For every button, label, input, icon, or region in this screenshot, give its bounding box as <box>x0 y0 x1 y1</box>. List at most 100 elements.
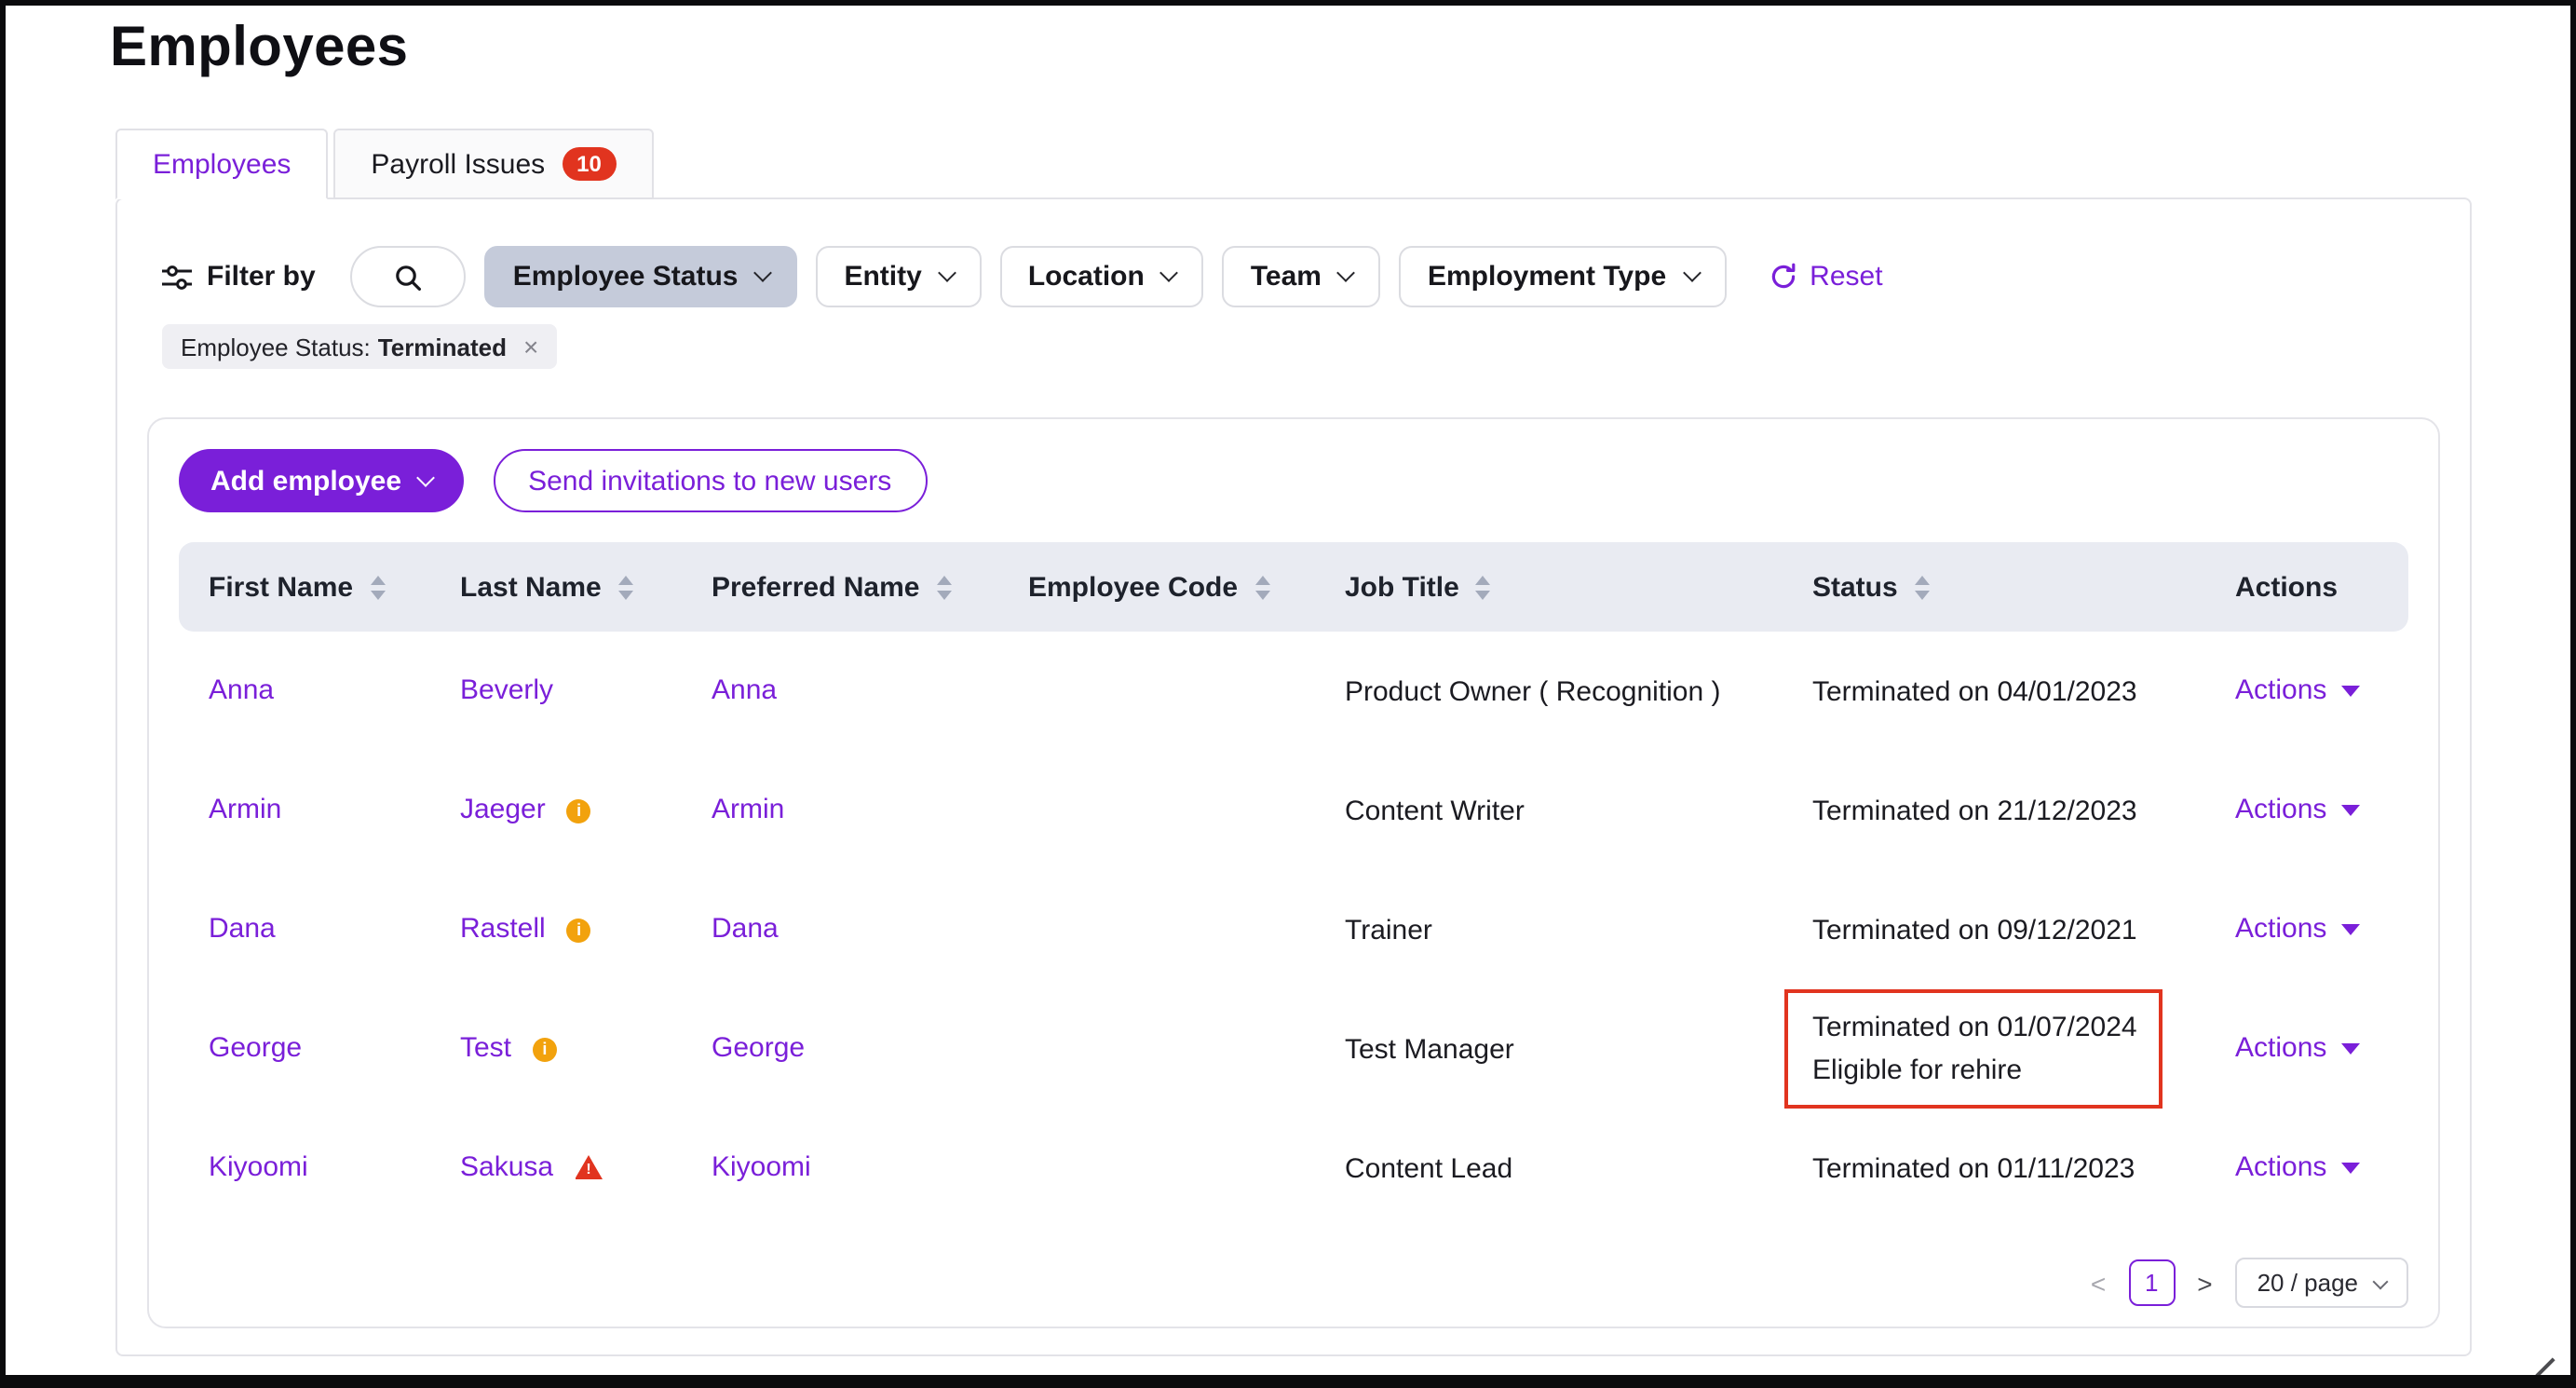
filter-entity-button[interactable]: Entity <box>816 246 981 307</box>
chevron-down-icon <box>1160 264 1179 282</box>
employees-card: Add employee Send invitations to new use… <box>147 417 2440 1328</box>
info-icon[interactable]: i <box>567 798 591 823</box>
last-name-link[interactable]: Rastell <box>460 913 546 945</box>
filter-by-text: Filter by <box>207 261 316 293</box>
app-window: Employees Employees Payroll Issues 10 <box>0 0 2576 1388</box>
status-cell: Terminated on 01/07/2024Eligible for reh… <box>1784 989 2163 1109</box>
status-cell: Terminated on 01/11/2023 <box>1812 1147 2235 1190</box>
preferred-name-link[interactable]: George <box>712 1032 805 1064</box>
page-size-value: 20 / page <box>2257 1269 2358 1297</box>
status-cell: Terminated on 21/12/2023 <box>1812 789 2235 832</box>
column-header-employee-code[interactable]: Employee Code <box>1028 571 1345 603</box>
pagination: < 1 > 20 / page <box>179 1258 2408 1308</box>
actions-label: Actions <box>2235 913 2326 945</box>
actions-label: Actions <box>2235 794 2326 825</box>
column-header-last-name[interactable]: Last Name <box>460 571 712 603</box>
column-label: Employee Code <box>1028 571 1238 603</box>
chevron-down-icon <box>938 264 956 282</box>
page-size-select[interactable]: 20 / page <box>2235 1258 2408 1308</box>
status-line: Terminated on 01/07/2024 <box>1812 1006 2137 1049</box>
last-name-link[interactable]: Test <box>460 1032 511 1064</box>
row-actions-button[interactable]: Actions <box>2235 913 2360 945</box>
reset-filters-button[interactable]: Reset <box>1757 259 1893 294</box>
caret-down-icon <box>2341 1042 2360 1054</box>
row-actions-button[interactable]: Actions <box>2235 674 2360 706</box>
search-button[interactable] <box>351 246 467 307</box>
employees-panel: Filter by Employee Status Entity L <box>115 197 2472 1356</box>
info-icon[interactable]: i <box>533 1037 557 1061</box>
first-name-link[interactable]: George <box>209 1032 302 1064</box>
table-row: Dana Rastell i Dana Trainer Terminated o… <box>179 870 2408 989</box>
column-label: Actions <box>2235 571 2338 603</box>
caret-down-icon <box>2341 923 2360 934</box>
chevron-down-icon <box>1337 264 1356 282</box>
page-title: Employees <box>110 17 2570 80</box>
last-name-link[interactable]: Sakusa <box>460 1151 553 1183</box>
chevron-down-icon <box>415 468 434 486</box>
prev-page-button[interactable]: < <box>2087 1268 2109 1298</box>
filter-chip-value: Terminated <box>378 333 507 361</box>
preferred-name-link[interactable]: Anna <box>712 674 777 706</box>
send-invitations-button[interactable]: Send invitations to new users <box>493 449 927 512</box>
column-label: First Name <box>209 571 353 603</box>
table-toolbar: Add employee Send invitations to new use… <box>179 449 2408 512</box>
row-actions-button[interactable]: Actions <box>2235 1032 2360 1064</box>
add-employee-label: Add employee <box>210 465 401 497</box>
column-header-status[interactable]: Status <box>1812 571 2235 603</box>
sliders-icon <box>162 264 192 290</box>
row-actions-button[interactable]: Actions <box>2235 794 2360 825</box>
info-icon[interactable]: i <box>567 918 591 942</box>
preferred-name-link[interactable]: Armin <box>712 794 784 825</box>
table-header: First Name Last NamePreferred NameEmploye… <box>179 542 2408 632</box>
status-line: Terminated on 01/11/2023 <box>1812 1147 2235 1190</box>
warning-icon[interactable]: ! <box>575 1155 603 1179</box>
sort-icon <box>1915 575 1930 599</box>
first-name-link[interactable]: Kiyoomi <box>209 1151 308 1183</box>
job-title-cell: Product Owner ( Recognition ) <box>1345 675 1812 707</box>
next-page-button[interactable]: > <box>2193 1268 2216 1298</box>
last-name-link[interactable]: Beverly <box>460 674 553 706</box>
actions-label: Actions <box>2235 674 2326 706</box>
row-actions-button[interactable]: Actions <box>2235 1151 2360 1183</box>
status-cell: Terminated on 04/01/2023 <box>1812 670 2235 713</box>
column-header-first-name[interactable]: First Name <box>209 571 460 603</box>
first-name-link[interactable]: Dana <box>209 913 276 945</box>
column-header-job-title[interactable]: Job Title <box>1345 571 1812 603</box>
actions-label: Actions <box>2235 1032 2326 1064</box>
column-label: Status <box>1812 571 1898 603</box>
current-page-button[interactable]: 1 <box>2128 1259 2175 1306</box>
chevron-down-icon <box>754 264 773 282</box>
filter-employment-type-button[interactable]: Employment Type <box>1400 246 1726 307</box>
preferred-name-link[interactable]: Kiyoomi <box>712 1151 811 1183</box>
resize-grip-icon <box>2535 1357 2555 1377</box>
first-name-link[interactable]: Anna <box>209 674 274 706</box>
status-line: Terminated on 21/12/2023 <box>1812 789 2235 832</box>
first-name-link[interactable]: Armin <box>209 794 281 825</box>
payroll-issues-count-badge: 10 <box>562 147 617 181</box>
filter-chip: Employee Status: Terminated × <box>162 324 557 369</box>
table-row: George Test i George Test Manager Termin… <box>179 989 2408 1109</box>
filter-team-button[interactable]: Team <box>1223 246 1381 307</box>
reset-label: Reset <box>1810 261 1882 293</box>
column-header-preferred-name[interactable]: Preferred Name <box>712 571 1028 603</box>
filter-by-label: Filter by <box>162 261 316 293</box>
add-employee-button[interactable]: Add employee <box>179 449 463 512</box>
chevron-down-icon <box>2373 1273 2389 1289</box>
table-row: Armin Jaeger i Armin Content Writer Term… <box>179 751 2408 870</box>
filter-employee-status-button[interactable]: Employee Status <box>485 246 798 307</box>
last-name-link[interactable]: Jaeger <box>460 794 546 825</box>
actions-label: Actions <box>2235 1151 2326 1183</box>
tab-label: Employees <box>153 148 291 180</box>
tab-employees[interactable]: Employees <box>115 129 328 199</box>
filter-label: Entity <box>844 261 921 293</box>
tab-payroll-issues[interactable]: Payroll Issues 10 <box>333 129 653 199</box>
sort-icon <box>936 575 951 599</box>
sort-icon <box>618 575 633 599</box>
status-line: Eligible for rehire <box>1812 1049 2137 1092</box>
close-icon[interactable]: × <box>523 333 538 360</box>
job-title-cell: Content Lead <box>1345 1152 1812 1184</box>
preferred-name-link[interactable]: Dana <box>712 913 779 945</box>
job-title-cell: Test Manager <box>1345 1033 1812 1065</box>
filter-location-button[interactable]: Location <box>1000 246 1204 307</box>
caret-down-icon <box>2341 685 2360 696</box>
